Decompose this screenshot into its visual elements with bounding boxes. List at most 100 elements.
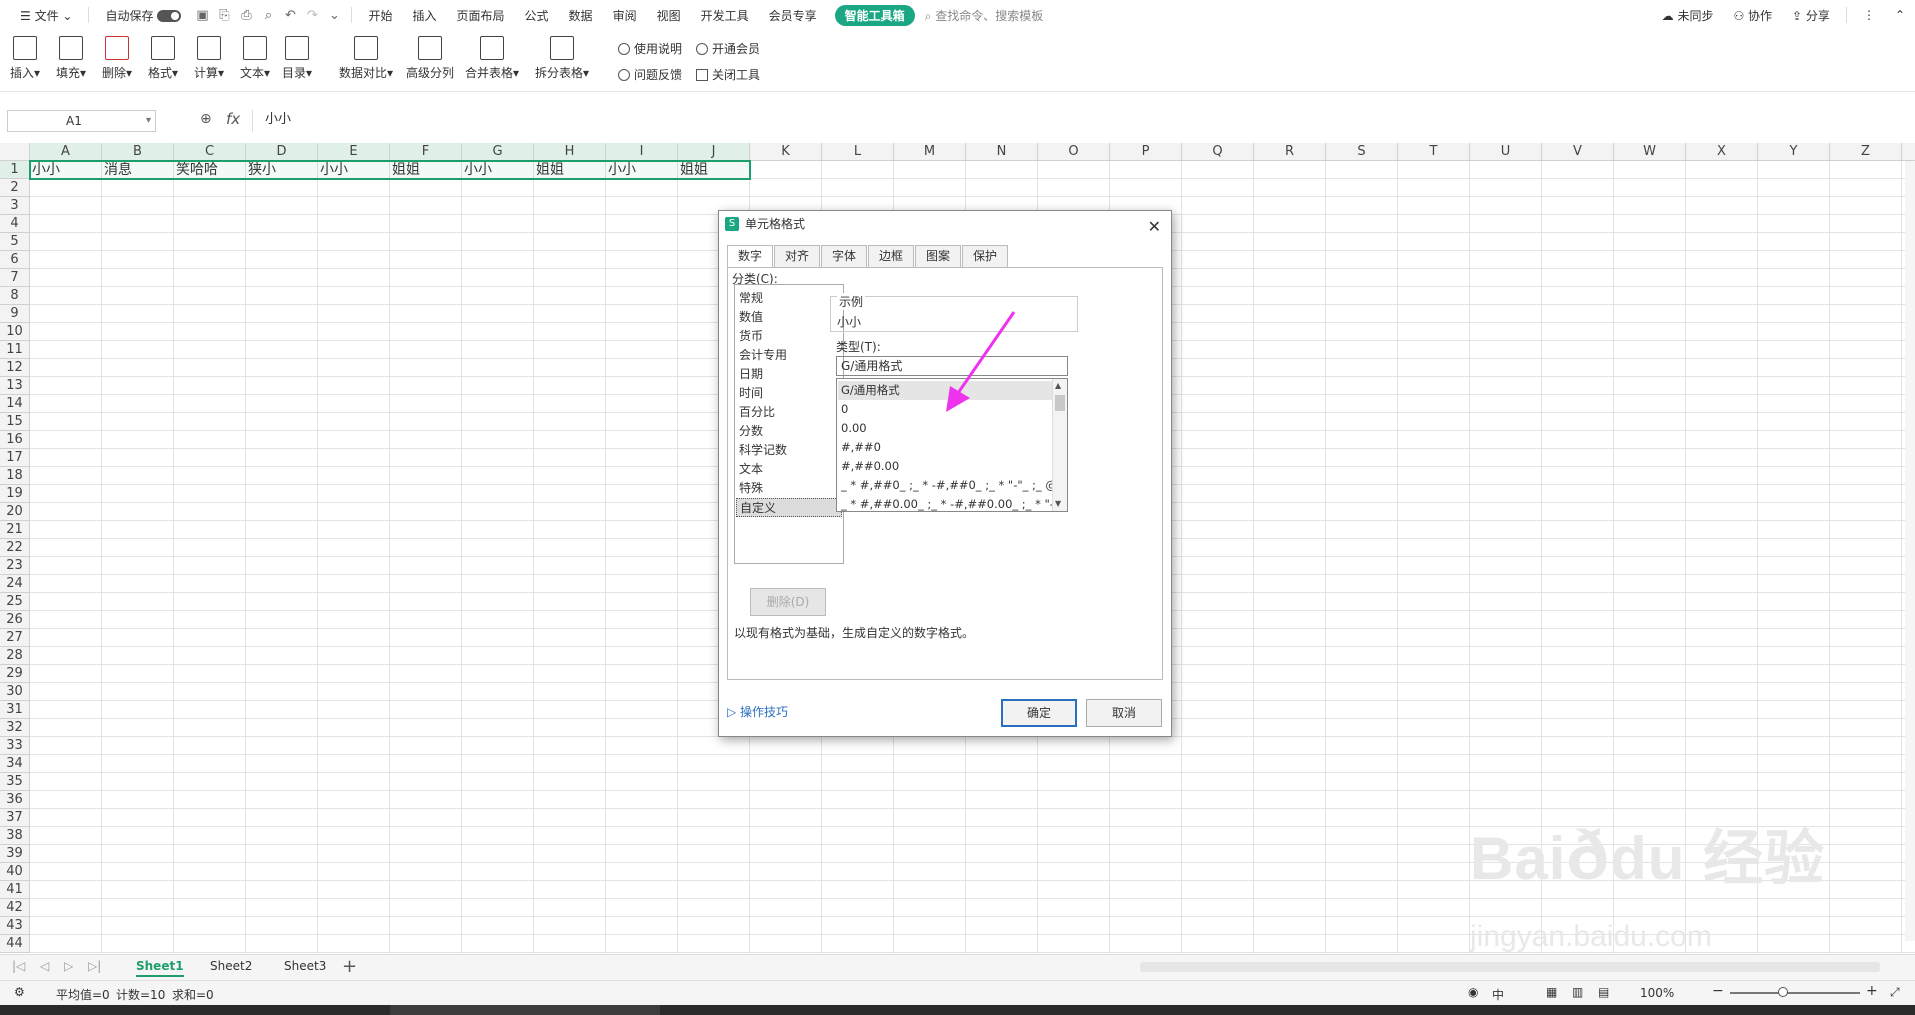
row-header[interactable]: 32 (0, 719, 30, 737)
column-header[interactable]: U (1470, 143, 1542, 161)
print-icon[interactable]: ⎙ (235, 8, 257, 23)
zoom-formula-icon[interactable]: ⊕ (200, 111, 212, 127)
tab-protection[interactable]: 保护 (962, 245, 1008, 267)
row-header[interactable]: 34 (0, 755, 30, 773)
row-header[interactable]: 23 (0, 557, 30, 575)
row-header[interactable]: 42 (0, 899, 30, 917)
row-header[interactable]: 26 (0, 611, 30, 629)
column-header[interactable]: B (102, 143, 174, 161)
last-sheet-icon[interactable]: ▷| (88, 959, 101, 973)
row-header[interactable]: 19 (0, 485, 30, 503)
name-box[interactable]: A1 (7, 110, 156, 132)
row-header[interactable]: 16 (0, 431, 30, 449)
tab-font[interactable]: 字体 (821, 245, 867, 267)
formula-input[interactable]: 小小 (252, 110, 1915, 132)
sheet-tab-2[interactable]: Sheet2 (210, 959, 252, 973)
input-lang[interactable]: 中 (1492, 986, 1504, 1003)
column-header[interactable]: S (1326, 143, 1398, 161)
select-all-corner[interactable] (0, 143, 30, 161)
sheet-tab-1[interactable]: Sheet1 (136, 959, 184, 977)
tab-number[interactable]: 数字 (727, 245, 773, 268)
column-header[interactable]: X (1686, 143, 1758, 161)
row-header[interactable]: 8 (0, 287, 30, 305)
format-list-scrollbar[interactable]: ▲ ▼ (1052, 379, 1067, 511)
prev-sheet-icon[interactable]: ◁ (40, 959, 49, 973)
ok-button[interactable]: 确定 (1001, 699, 1077, 727)
row-header[interactable]: 5 (0, 233, 30, 251)
column-header[interactable]: J (678, 143, 750, 161)
column-header[interactable]: N (966, 143, 1038, 161)
row-header[interactable]: 24 (0, 575, 30, 593)
save-icon[interactable]: ▣ (191, 8, 213, 23)
category-item[interactable]: 百分比 (736, 403, 842, 422)
category-item[interactable]: 时间 (736, 384, 842, 403)
data-compare-button[interactable]: 数据对比▾ (336, 36, 396, 81)
format-item[interactable]: #,##0 (838, 438, 1052, 457)
usage-guide-button[interactable]: 使用说明 (618, 40, 682, 57)
row-header[interactable]: 43 (0, 917, 30, 935)
column-header[interactable]: O (1038, 143, 1110, 161)
tips-link[interactable]: ▷ 操作技巧 (727, 703, 788, 720)
next-sheet-icon[interactable]: ▷ (64, 959, 73, 973)
row-header[interactable]: 14 (0, 395, 30, 413)
row-header[interactable]: 18 (0, 467, 30, 485)
fx-icon[interactable]: fx (226, 110, 240, 128)
row-header[interactable]: 3 (0, 197, 30, 215)
row-header[interactable]: 29 (0, 665, 30, 683)
format-item[interactable]: _ * #,##0.00_ ;_ * -#,##0.00_ ;_ * "-"??… (838, 495, 1052, 511)
row-header[interactable]: 39 (0, 845, 30, 863)
category-item[interactable]: 文本 (736, 460, 842, 479)
share-button[interactable]: ⇪ 分享 (1782, 7, 1840, 24)
column-header[interactable]: E (318, 143, 390, 161)
text-button[interactable]: 文本▾ (232, 36, 278, 81)
add-sheet-icon[interactable]: + (342, 956, 357, 977)
sheet-tab-3[interactable]: Sheet3 (284, 959, 326, 973)
format-item[interactable]: 0.00 (838, 419, 1052, 438)
tab-view[interactable]: 视图 (647, 7, 691, 24)
row-header[interactable]: 15 (0, 413, 30, 431)
advanced-split-button[interactable]: 高级分列 (404, 36, 456, 81)
row-header[interactable]: 27 (0, 629, 30, 647)
collab-button[interactable]: ⚇ 协作 (1723, 7, 1782, 24)
tab-alignment[interactable]: 对齐 (774, 245, 820, 267)
command-search[interactable]: ⌕ 查找命令、搜索模板 (915, 7, 1054, 24)
row-header[interactable]: 12 (0, 359, 30, 377)
format-button[interactable]: 格式▾ (140, 36, 186, 81)
row-header[interactable]: 20 (0, 503, 30, 521)
collapse-icon[interactable]: ⌃ (1885, 8, 1915, 22)
category-list[interactable]: 常规 数值 货币 会计专用 日期 时间 百分比 分数 科学记数 文本 特殊 自定义 (734, 284, 844, 564)
column-header[interactable]: L (822, 143, 894, 161)
undo-icon[interactable]: ↶ (279, 8, 301, 23)
column-header[interactable]: A (30, 143, 102, 161)
tab-home[interactable]: 开始 (358, 7, 402, 24)
zoom-out-icon[interactable]: − (1712, 983, 1724, 999)
row-header[interactable]: 7 (0, 269, 30, 287)
row-header[interactable]: 40 (0, 863, 30, 881)
row-header[interactable]: 21 (0, 521, 30, 539)
first-sheet-icon[interactable]: |◁ (12, 959, 25, 973)
sync-button[interactable]: ☁ 未同步 (1652, 7, 1724, 24)
category-item[interactable]: 分数 (736, 422, 842, 441)
export-icon[interactable]: ⎘ (213, 8, 235, 23)
macro-icon[interactable]: ⚙ (14, 985, 25, 999)
taskbar-item[interactable] (390, 1005, 660, 1015)
delete-format-button[interactable]: 删除(D) (750, 588, 826, 616)
row-header[interactable]: 38 (0, 827, 30, 845)
redo-icon[interactable]: ↷ (301, 8, 323, 23)
category-item[interactable]: 数值 (736, 308, 842, 327)
column-header[interactable]: C (174, 143, 246, 161)
tab-pattern[interactable]: 图案 (915, 245, 961, 267)
category-item[interactable]: 会计专用 (736, 346, 842, 365)
category-item[interactable]: 特殊 (736, 479, 842, 498)
vertical-scrollbar[interactable] (1905, 161, 1915, 941)
row-header[interactable]: 31 (0, 701, 30, 719)
horizontal-scrollbar[interactable] (1140, 962, 1880, 972)
fill-button[interactable]: 填充▾ (48, 36, 94, 81)
row-header[interactable]: 22 (0, 539, 30, 557)
row-header[interactable]: 11 (0, 341, 30, 359)
row-header[interactable]: 30 (0, 683, 30, 701)
feedback-button[interactable]: 问题反馈 (618, 66, 682, 83)
tab-border[interactable]: 边框 (868, 245, 914, 267)
close-icon[interactable]: ✕ (1148, 214, 1161, 240)
close-tool-button[interactable]: 关闭工具 (696, 66, 760, 83)
